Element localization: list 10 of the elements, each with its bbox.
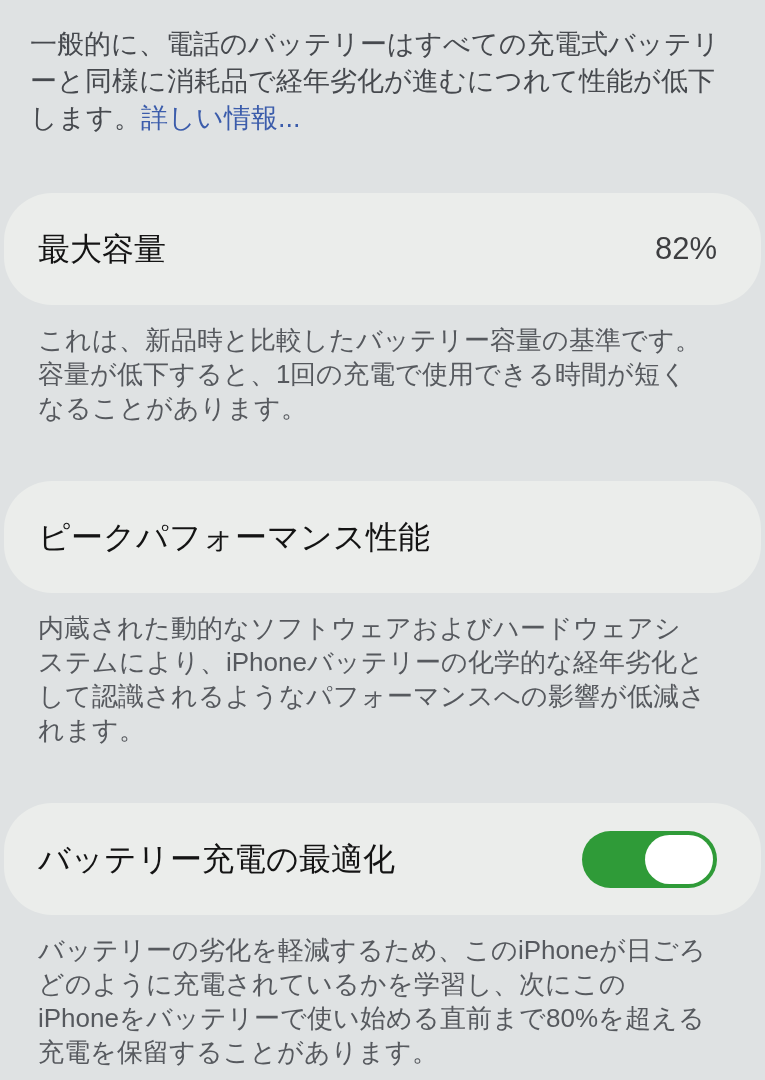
section-title: バッテリー充電の最適化 (38, 840, 395, 879)
section-title: 最大容量 (38, 230, 166, 269)
section-description: バッテリーの劣化を軽減するため、このiPhoneが日ごろどのように充電されているかを学習し、次にこのiPhoneをバッテリーで使い始める直前まで80%を超える充電を保留することがあります。 (38, 934, 706, 1069)
section-description: 内蔵された動的なソフトウェアおよびハードウェアシステムにより、iPhoneバッテリーの化学的な経年劣化として認識されるようなパフォーマンスへの影響が低減されます。 (38, 612, 706, 747)
intro-text: 一般的に、電話のバッテリーはすべての充電式バッテリーと同様に消耗品で経年劣化が進むにつれて性能が低下します。詳しい情報... (30, 28, 721, 135)
learn-more-link[interactable]: 詳しい情報... (141, 103, 301, 133)
section-title: ピークパフォーマンス性能 (38, 518, 430, 557)
toggle-switch[interactable] (582, 830, 717, 888)
capacity-value: 82% (654, 229, 717, 268)
section-description: これは、新品時と比較したバッテリー容量の基準です。容量が低下すると、1回の充電で使用できる時間が短くなることがあります。 (38, 324, 702, 425)
